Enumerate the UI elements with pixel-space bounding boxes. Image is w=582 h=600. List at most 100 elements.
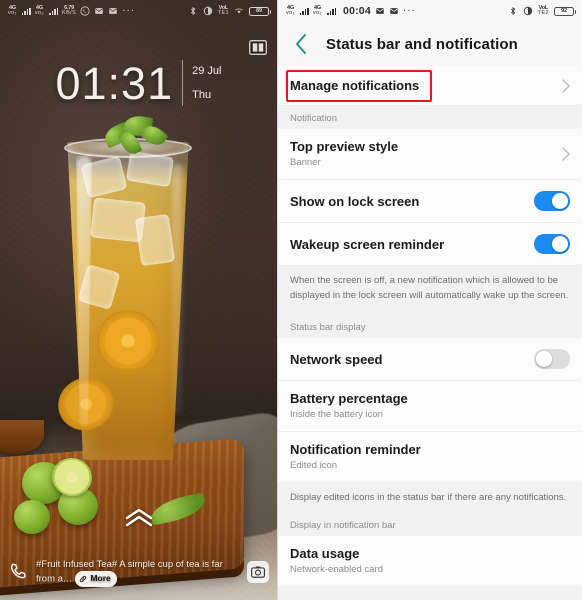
- iced-tea-glass: [50, 114, 194, 460]
- row-title: Top preview style: [290, 139, 399, 154]
- citrus-slice: [97, 310, 159, 372]
- status-right-group: VoL TE2 92: [508, 4, 576, 17]
- chevron-right-icon: [562, 147, 570, 161]
- row-top-preview-style[interactable]: Top preview style Banner: [278, 129, 582, 180]
- message-icon: [376, 8, 384, 14]
- message-icon: [109, 8, 117, 14]
- status-right-group: VoL TE1 89: [188, 4, 271, 17]
- settings-header: Status bar and notification: [278, 22, 582, 66]
- back-button[interactable]: [290, 33, 312, 55]
- row-text: Data usage Network-enabled card: [290, 545, 570, 577]
- dual-screenshot: 4G vo₁ 4G vo₂ 6.79 KB/S ··· VoL TE1 89 0…: [0, 0, 582, 600]
- open-book-icon[interactable]: [249, 40, 267, 55]
- row-manage-notifications[interactable]: Manage notifications: [278, 66, 582, 106]
- row-text: Battery percentage Inside the battery ic…: [290, 390, 570, 422]
- row-subtitle: Inside the battery icon: [290, 409, 383, 420]
- whatsapp-icon: [80, 6, 90, 16]
- row-text: Network speed: [290, 351, 534, 368]
- more-button[interactable]: More: [75, 570, 117, 587]
- battery-percent-label: 92: [560, 8, 568, 14]
- section-label-status-bar-display: Status bar display: [278, 315, 582, 338]
- wakeup-description-text: When the screen is off, a new notificati…: [278, 266, 582, 315]
- lock-caption-bar: #Fruit Infused Tea# A simple cup of tea …: [0, 550, 277, 594]
- double-chevron-up-icon[interactable]: [124, 508, 154, 528]
- signal-bars-icon: [327, 7, 337, 15]
- mint-garnish: [101, 114, 169, 158]
- volte-icon: VoL TE2: [537, 4, 549, 16]
- row-show-on-lock-screen[interactable]: Show on lock screen: [278, 180, 582, 223]
- toggle-wakeup-screen-reminder[interactable]: [534, 234, 570, 254]
- page-title: Status bar and notification: [326, 35, 518, 53]
- signal-bars-icon: [21, 7, 31, 15]
- more-button-label: More: [90, 573, 111, 583]
- signal-bars-icon: [299, 7, 309, 15]
- row-subtitle: Banner: [290, 157, 321, 168]
- row-wakeup-screen-reminder[interactable]: Wakeup screen reminder: [278, 223, 582, 266]
- battery-icon: 89: [249, 6, 271, 16]
- status-overflow-dots: ···: [122, 5, 136, 16]
- signal-sub-label: vo₂: [34, 10, 45, 16]
- row-title: Wakeup screen reminder: [290, 236, 445, 252]
- network-speed-indicator: 6.79 KB/S: [62, 5, 77, 17]
- row-title: Data usage: [290, 546, 360, 561]
- signal-sub-label: vo₁: [286, 10, 295, 16]
- row-subtitle: Network-enabled card: [290, 564, 383, 575]
- toggle-network-speed[interactable]: [534, 349, 570, 369]
- manage-notifications-wrapper: Manage notifications: [278, 66, 582, 106]
- toggle-show-on-lock-screen[interactable]: [534, 191, 570, 211]
- status-left-group: 4G vo₁ 4G vo₂ 6.79 KB/S ···: [8, 5, 136, 17]
- signal-icon-sim2: 4G vo₂: [34, 5, 45, 17]
- link-icon: [80, 575, 87, 582]
- battery-percent-label: 89: [255, 8, 263, 14]
- lock-screen: 4G vo₁ 4G vo₂ 6.79 KB/S ··· VoL TE1 89 0…: [0, 0, 277, 600]
- unlock-hint[interactable]: [0, 508, 277, 528]
- row-text: Show on lock screen: [290, 193, 534, 210]
- toggle-knob: [552, 193, 568, 209]
- row-notification-reminder[interactable]: Notification reminder Edited icon: [278, 432, 582, 483]
- row-text: Top preview style Banner: [290, 138, 554, 170]
- clock-time: 01:31: [55, 57, 174, 109]
- settings-status-bar: 4G vo₁ 4G vo₂ 00:04 ··· VoL TE2 92: [278, 0, 582, 22]
- signal-icon-sim1: 4G vo₁: [286, 5, 295, 17]
- battery-icon: 92: [554, 6, 576, 16]
- wallpaper-caption-text: #Fruit Infused Tea# A simple cup of tea …: [36, 558, 223, 585]
- phone-icon[interactable]: [8, 561, 30, 583]
- toggle-knob: [552, 236, 568, 252]
- row-title: Notification reminder: [290, 442, 421, 457]
- do-not-disturb-icon: [203, 6, 212, 16]
- clock-divider: [182, 60, 184, 106]
- row-title: Battery percentage: [290, 391, 408, 406]
- clock-weekday: Thu: [192, 88, 212, 101]
- status-clock: 00:04: [343, 5, 371, 17]
- row-data-usage[interactable]: Data usage Network-enabled card: [278, 536, 582, 587]
- notification-reminder-description-text: Display edited icons in the status bar i…: [278, 483, 582, 513]
- row-title: Show on lock screen: [290, 193, 420, 209]
- section-label-notification: Notification: [278, 106, 582, 129]
- toggle-knob: [536, 351, 552, 367]
- row-title: Manage notifications: [290, 78, 420, 93]
- message-icon: [95, 8, 103, 14]
- lock-status-bar: 4G vo₁ 4G vo₂ 6.79 KB/S ··· VoL TE1 89: [0, 0, 277, 22]
- camera-shortcut-button[interactable]: [247, 561, 269, 583]
- signal-icon-sim2: 4G vo₂: [312, 5, 323, 17]
- camera-icon: [251, 566, 265, 578]
- row-battery-percentage[interactable]: Battery percentage Inside the battery ic…: [278, 381, 582, 432]
- volte-icon: VoL TE1: [217, 4, 229, 16]
- network-speed-unit: KB/S: [62, 10, 77, 16]
- wallpaper-caption[interactable]: #Fruit Infused Tea# A simple cup of tea …: [36, 558, 241, 587]
- glass-highlight: [172, 164, 182, 414]
- clock-date-block: 29 Jul Thu: [192, 64, 222, 101]
- ice-cube: [134, 213, 176, 267]
- signal-sub-label: vo₂: [312, 10, 323, 16]
- lock-clock: 01:31 29 Jul Thu: [0, 60, 277, 106]
- row-network-speed[interactable]: Network speed: [278, 338, 582, 381]
- status-overflow-dots: ···: [402, 5, 416, 16]
- bluetooth-icon: [190, 6, 195, 16]
- chevron-right-icon: [562, 78, 570, 93]
- signal-icon-sim1: 4G vo₁: [8, 5, 17, 17]
- row-text: Wakeup screen reminder: [290, 236, 534, 253]
- settings-screen: 4G vo₁ 4G vo₂ 00:04 ··· VoL TE2 92 Statu…: [277, 0, 582, 600]
- do-not-disturb-icon: [523, 6, 532, 16]
- clock-date: 29 Jul: [192, 64, 222, 77]
- row-text: Notification reminder Edited icon: [290, 441, 570, 473]
